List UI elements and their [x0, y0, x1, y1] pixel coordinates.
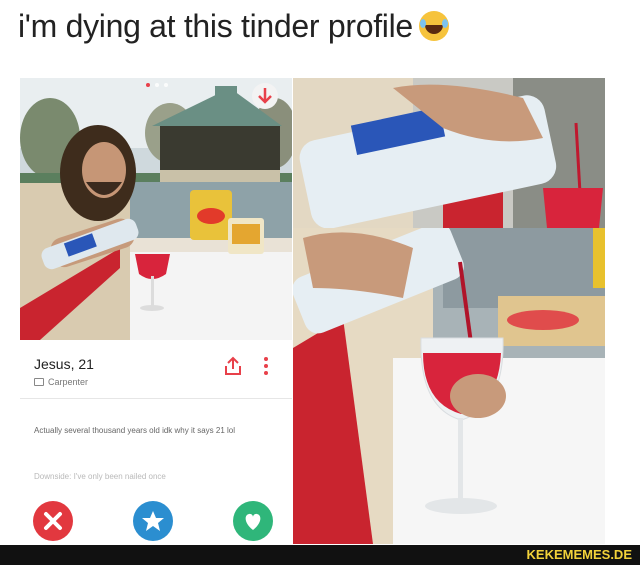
caption-text: i'm dying at this tinder profile — [18, 8, 413, 44]
heart-icon — [233, 501, 273, 541]
watermark-bar: KEKEMEMES.DE — [0, 545, 640, 565]
profile-occupation: Carpenter — [34, 377, 88, 387]
more-vertical-icon[interactable] — [264, 357, 268, 375]
profile-info: Jesus, 21 Carpenter Actually several tho… — [20, 340, 292, 544]
profile-downside: Downside: I've only been nailed once — [34, 472, 166, 481]
tinder-profile-card: Jesus, 21 Carpenter Actually several tho… — [20, 78, 292, 544]
pouring-photo-top — [293, 78, 605, 228]
meme-caption: i'm dying at this tinder profile — [18, 8, 449, 45]
profile-name-age: Jesus, 21 — [34, 356, 94, 372]
face-with-tears-of-joy-icon — [418, 11, 449, 41]
profile-bio: Actually several thousand years old idk … — [34, 426, 235, 435]
star-icon — [133, 501, 173, 541]
dislike-button[interactable] — [32, 500, 74, 542]
share-icon[interactable] — [224, 356, 242, 376]
close-icon — [33, 501, 73, 541]
occupation-label: Carpenter — [48, 377, 89, 387]
divider — [20, 398, 292, 399]
like-button[interactable] — [232, 500, 274, 542]
briefcase-icon — [34, 378, 44, 386]
watermark-text: KEKEMEMES.DE — [526, 547, 632, 562]
profile-photo[interactable] — [20, 78, 292, 340]
superlike-button[interactable] — [132, 500, 174, 542]
pouring-photo-bottom — [293, 228, 605, 544]
